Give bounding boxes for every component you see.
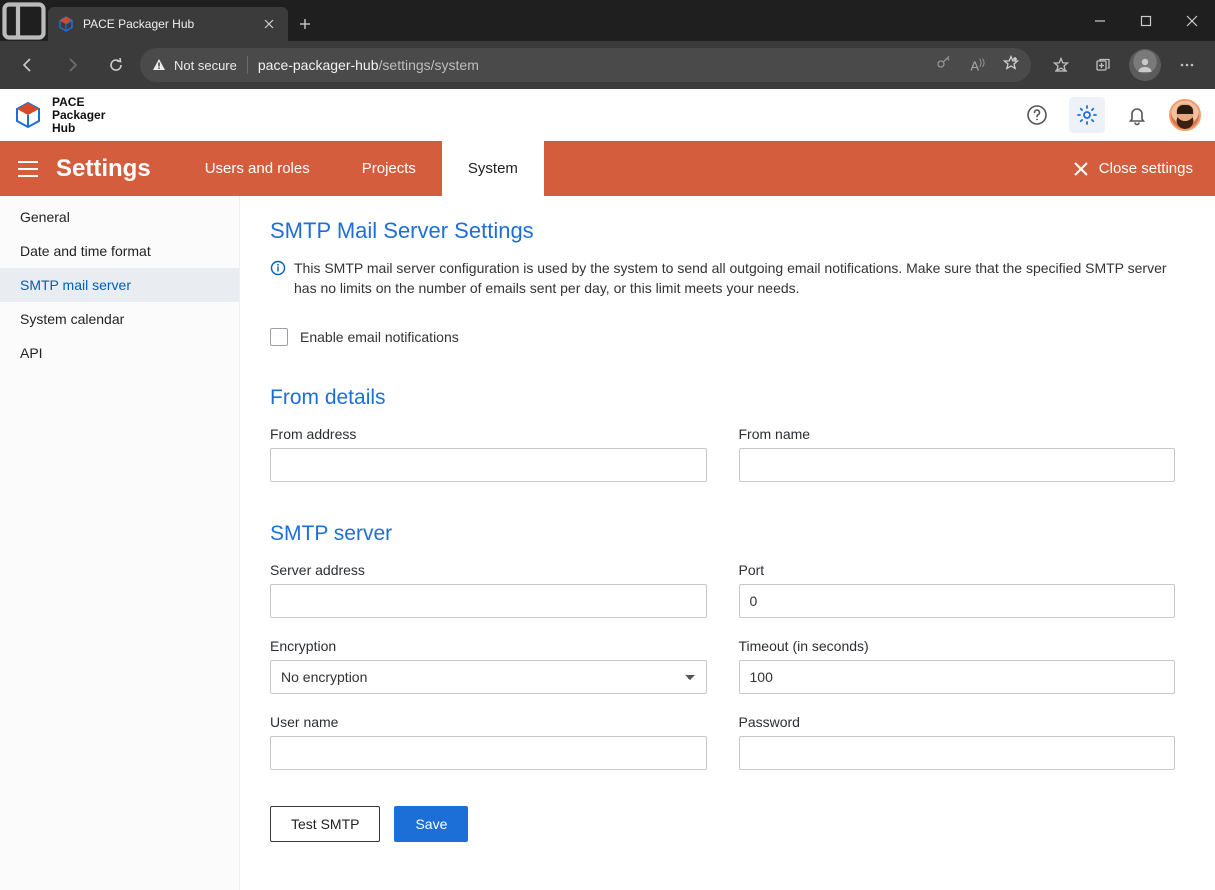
user-avatar[interactable] [1169,99,1201,131]
password-key-icon[interactable] [936,55,952,76]
info-icon [270,260,286,276]
server-address-input[interactable] [270,584,707,618]
close-settings-button[interactable]: Close settings [1051,160,1215,177]
port-input[interactable] [739,584,1176,618]
favorite-star-icon[interactable] [1003,55,1019,76]
help-button[interactable] [1019,97,1055,133]
settings-sidebar: General Date and time format SMTP mail s… [0,196,240,890]
notifications-button[interactable] [1119,97,1155,133]
sidebar-item-general[interactable]: General [0,200,239,234]
tab-system[interactable]: System [442,141,544,196]
smtp-info-text: This SMTP mail server configuration is u… [294,258,1175,298]
profile-button[interactable] [1125,47,1165,83]
browser-toolbar: Not secure pace-packager-hub/settings/sy… [0,41,1215,89]
port-label: Port [739,562,1176,578]
warning-icon [152,58,166,72]
ribbon-title: Settings [56,155,151,183]
browser-titlebar: PACE Packager Hub [0,0,1215,41]
action-buttons: Test SMTP Save [270,806,1175,842]
close-settings-label: Close settings [1099,160,1193,177]
nav-back-button[interactable] [8,47,48,83]
tab-users-and-roles[interactable]: Users and roles [179,141,336,196]
tab-actions-button[interactable] [0,0,48,41]
username-label: User name [270,714,707,730]
smtp-heading: SMTP Mail Server Settings [270,218,1175,244]
enable-email-label: Enable email notifications [300,329,459,345]
window-minimize-button[interactable] [1077,0,1123,41]
sidebar-item-calendar[interactable]: System calendar [0,302,239,336]
settings-button[interactable] [1069,97,1105,133]
browser-chrome: PACE Packager Hub Not secure pace-packag… [0,0,1215,89]
window-controls [1077,0,1215,41]
smtp-info: This SMTP mail server configuration is u… [270,258,1175,298]
content-area: SMTP Mail Server Settings This SMTP mail… [240,196,1215,890]
from-details-heading: From details [270,386,1175,410]
tab-projects[interactable]: Projects [336,141,442,196]
timeout-label: Timeout (in seconds) [739,638,1176,654]
password-input[interactable] [739,736,1176,770]
encryption-select[interactable]: No encryption [270,660,707,694]
close-icon [1073,161,1089,177]
site-security-indicator[interactable]: Not secure [152,58,237,73]
window-close-button[interactable] [1169,0,1215,41]
collections-button[interactable] [1083,47,1123,83]
username-input[interactable] [270,736,707,770]
favicon-icon [58,16,74,32]
from-address-label: From address [270,426,707,442]
nav-refresh-button[interactable] [96,47,136,83]
hamburger-button[interactable] [0,160,56,178]
smtp-server-heading: SMTP server [270,522,1175,546]
from-address-input[interactable] [270,448,707,482]
window-maximize-button[interactable] [1123,0,1169,41]
address-url: pace-packager-hub/settings/system [258,57,926,73]
from-name-label: From name [739,426,1176,442]
sidebar-item-api[interactable]: API [0,336,239,370]
password-label: Password [739,714,1176,730]
app-header: PACE Packager Hub [0,89,1215,141]
sidebar-item-date-time[interactable]: Date and time format [0,234,239,268]
favorites-button[interactable] [1041,47,1081,83]
encryption-label: Encryption [270,638,707,654]
nav-forward-button[interactable] [52,47,92,83]
security-label: Not secure [174,58,237,73]
brand-logo-icon [14,101,42,129]
server-address-label: Server address [270,562,707,578]
read-aloud-icon[interactable]: A)) [970,57,985,73]
ribbon-tabs: Users and roles Projects System [179,141,544,196]
new-tab-button[interactable] [288,7,322,41]
save-button[interactable]: Save [394,806,468,842]
enable-email-checkbox[interactable] [270,328,288,346]
test-smtp-button[interactable]: Test SMTP [270,806,380,842]
timeout-input[interactable] [739,660,1176,694]
address-bar[interactable]: Not secure pace-packager-hub/settings/sy… [140,48,1031,82]
from-name-input[interactable] [739,448,1176,482]
browser-tab-title: PACE Packager Hub [83,17,251,31]
tab-close-button[interactable] [260,15,278,33]
brand-name: PACE Packager Hub [52,96,105,135]
enable-email-row: Enable email notifications [270,328,1175,346]
sidebar-item-smtp[interactable]: SMTP mail server [0,268,239,302]
brand[interactable]: PACE Packager Hub [14,96,105,135]
addr-divider [247,56,248,74]
menu-button[interactable] [1167,47,1207,83]
settings-ribbon: Settings Users and roles Projects System… [0,141,1215,196]
browser-tab[interactable]: PACE Packager Hub [48,7,288,41]
